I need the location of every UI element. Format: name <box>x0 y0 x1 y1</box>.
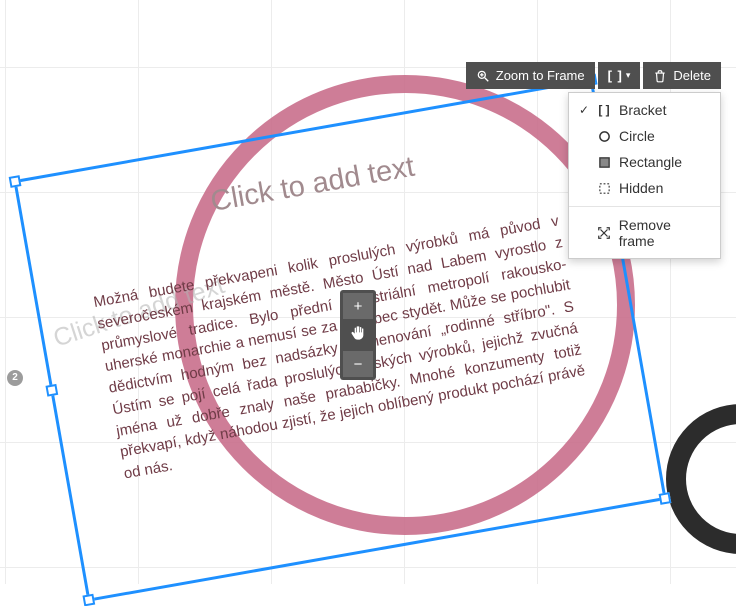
menu-item-bracket[interactable]: ✓ [ ] Bracket <box>569 97 720 123</box>
hidden-icon <box>597 181 611 195</box>
resize-handle-bottom-right[interactable] <box>659 492 672 505</box>
frame-style-dropdown-button[interactable]: [ ] ▾ <box>598 62 641 89</box>
menu-item-label: Remove frame <box>619 217 708 249</box>
remove-frame-icon <box>597 226 611 240</box>
bracket-icon: [ ] <box>597 103 611 117</box>
resize-handle-top-left[interactable] <box>9 175 22 188</box>
menu-item-label: Rectangle <box>619 154 682 170</box>
resize-handle-bottom-left[interactable] <box>82 594 95 606</box>
magnifier-icon <box>476 69 490 83</box>
resize-handle-mid-left[interactable] <box>45 384 58 397</box>
menu-item-circle[interactable]: Circle <box>569 123 720 149</box>
dark-circle-shape[interactable] <box>666 404 736 554</box>
menu-item-label: Bracket <box>619 102 666 118</box>
delete-button[interactable]: Delete <box>643 62 721 89</box>
frame-style-menu: ✓ [ ] Bracket Circle Rectangle Hidden <box>568 92 721 259</box>
check-icon: ✓ <box>579 103 589 117</box>
menu-item-rectangle[interactable]: Rectangle <box>569 149 720 175</box>
zoom-out-button[interactable]: − <box>343 351 373 377</box>
chevron-down-icon: ▾ <box>626 70 631 81</box>
zoom-to-frame-label: Zoom to Frame <box>496 68 585 83</box>
pan-button[interactable] <box>343 322 373 348</box>
menu-separator <box>569 206 720 207</box>
menu-item-hidden[interactable]: Hidden <box>569 175 720 201</box>
hand-icon <box>350 325 366 345</box>
zoom-in-button[interactable]: + <box>343 293 373 319</box>
zoom-floater: + − <box>340 290 376 380</box>
zoom-to-frame-button[interactable]: Zoom to Frame <box>466 62 595 89</box>
trash-icon <box>653 69 667 83</box>
menu-item-label: Hidden <box>619 180 663 196</box>
circle-icon <box>597 129 611 143</box>
frame-toolbar: Zoom to Frame [ ] ▾ Delete <box>466 62 721 89</box>
canvas-grid[interactable]: Click to add text 2 Click to add text Mo… <box>0 0 736 584</box>
menu-item-remove-frame[interactable]: Remove frame <box>569 212 720 254</box>
bracket-icon: [ ] <box>608 68 623 83</box>
rectangle-icon <box>597 155 611 169</box>
menu-item-label: Circle <box>619 128 655 144</box>
delete-label: Delete <box>673 68 711 83</box>
page-number-badge: 2 <box>7 370 23 386</box>
